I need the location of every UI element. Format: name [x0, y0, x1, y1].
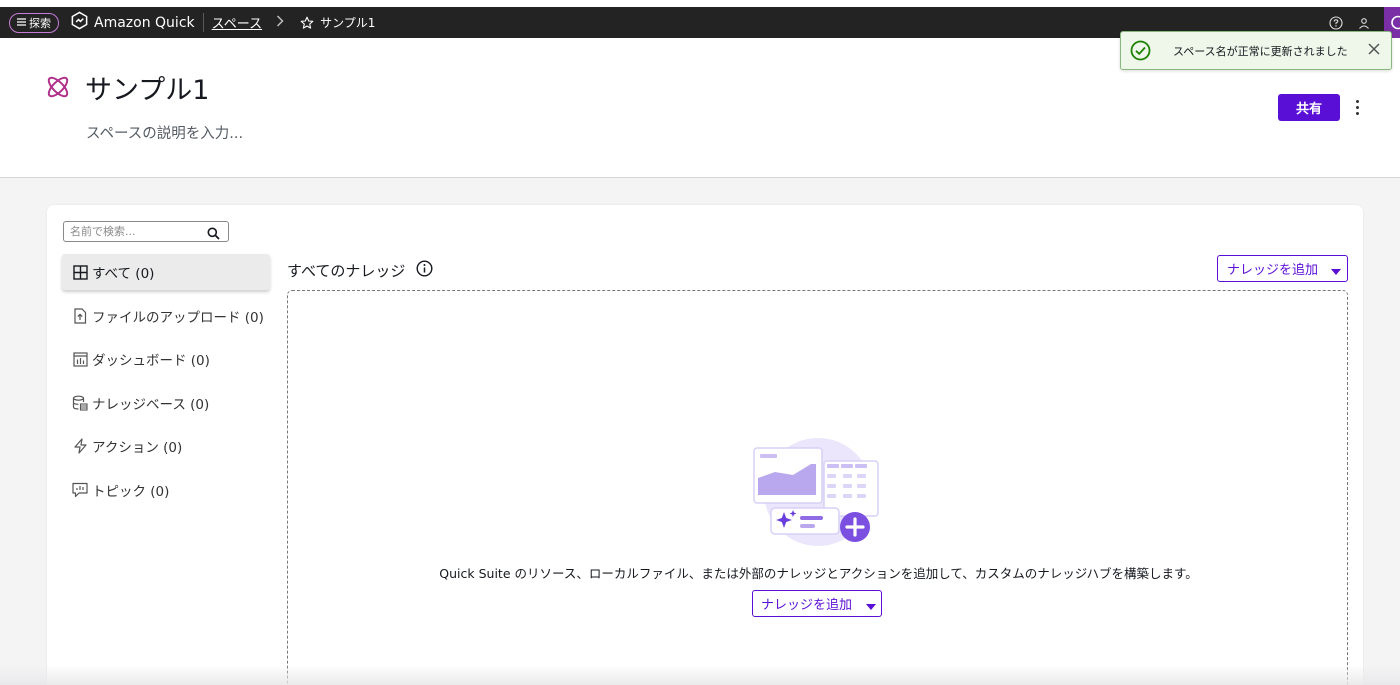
- add-knowledge-dropdown[interactable]: ナレッジを追加: [1217, 255, 1348, 282]
- nav-item-label: トピック (0): [92, 483, 170, 500]
- quick-logo-icon: [70, 11, 89, 34]
- empty-state-message: Quick Suite のリソース、ローカルファイル、または外部のナレッジとアク…: [439, 566, 1198, 581]
- nav-item-file-upload[interactable]: ファイルのアップロード (0): [62, 298, 270, 334]
- share-button[interactable]: 共有: [1278, 94, 1340, 121]
- add-knowledge-label: ナレッジを追加: [1227, 263, 1319, 278]
- nav-item-label: すべて (0): [92, 266, 155, 282]
- empty-state-illustration: [753, 437, 879, 553]
- space-atom-icon: [44, 73, 72, 105]
- nav-item-actions[interactable]: アクション (0): [62, 428, 270, 464]
- explore-button[interactable]: 探索: [9, 12, 59, 33]
- empty-state-dropzone: Quick Suite のリソース、ローカルファイル、または外部のナレッジとアク…: [287, 290, 1348, 685]
- lightning-icon: [72, 438, 88, 454]
- search-box: [63, 221, 229, 242]
- database-icon: [72, 395, 88, 411]
- app-logo[interactable]: Amazon Quick: [70, 11, 204, 34]
- add-knowledge-dropdown-center[interactable]: ナレッジを追加: [752, 590, 882, 617]
- breadcrumb-spaces-link[interactable]: スペース: [212, 13, 262, 32]
- nav-item-label: ファイルのアップロード (0): [92, 309, 264, 326]
- more-options-icon[interactable]: [1350, 96, 1364, 118]
- page-title[interactable]: サンプル1: [85, 68, 209, 107]
- nav-item-label: ナレッジベース (0): [92, 396, 210, 413]
- dashboard-icon: [72, 351, 88, 367]
- knowledge-panel: すべて (0) ファイルのアップロード (0) ダッシュボード (0) ナレッジ…: [47, 205, 1363, 685]
- app-name: Amazon Quick: [94, 14, 195, 31]
- top-strip: [0, 0, 1400, 7]
- chevron-right-icon: [276, 15, 284, 30]
- help-icon[interactable]: [1328, 15, 1344, 31]
- nav-item-all[interactable]: すべて (0): [62, 254, 270, 290]
- check-circle-icon: [1130, 40, 1151, 61]
- success-notification: スペース名が正常に更新されました: [1120, 31, 1392, 70]
- explore-label: 探索: [29, 16, 51, 30]
- file-upload-icon: [72, 307, 88, 324]
- nav-item-label: ダッシュボード (0): [92, 353, 210, 369]
- space-description-field[interactable]: スペースの説明を入力...: [86, 122, 243, 143]
- notification-message: スペース名が正常に更新されました: [1173, 44, 1348, 58]
- add-knowledge-label: ナレッジを追加: [761, 598, 853, 613]
- breadcrumb-current: サンプル1: [320, 16, 376, 30]
- favorite-star-icon[interactable]: [300, 16, 314, 30]
- search-icon[interactable]: [207, 225, 220, 244]
- bottom-fade: [0, 665, 1400, 685]
- user-icon[interactable]: [1356, 15, 1372, 31]
- search-input[interactable]: [70, 225, 205, 238]
- caret-down-icon: [1331, 265, 1341, 280]
- caret-down-icon: [866, 600, 876, 615]
- close-icon[interactable]: [1368, 43, 1380, 55]
- info-icon[interactable]: [416, 260, 433, 281]
- section-heading: すべてのナレッジ: [287, 260, 433, 281]
- nav-item-topics[interactable]: トピック (0): [62, 472, 270, 508]
- nav-item-dashboard[interactable]: ダッシュボード (0): [62, 341, 270, 377]
- knowledge-filter-nav: すべて (0) ファイルのアップロード (0) ダッシュボード (0) ナレッジ…: [62, 254, 270, 515]
- menu-icon: [17, 16, 26, 29]
- nav-item-label: アクション (0): [92, 440, 183, 456]
- grid-icon: [72, 264, 88, 280]
- nav-item-knowledge-base[interactable]: ナレッジベース (0): [62, 385, 270, 421]
- section-title: すべてのナレッジ: [287, 262, 406, 280]
- topic-icon: [72, 482, 88, 498]
